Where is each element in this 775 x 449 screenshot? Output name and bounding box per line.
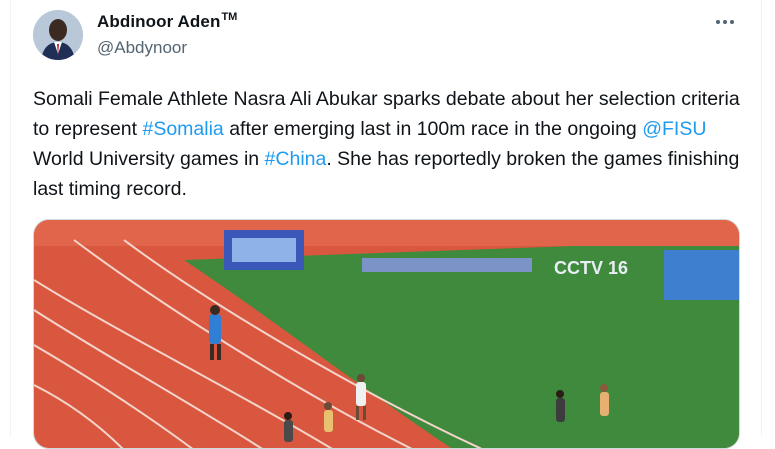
athlete-figure: [324, 402, 333, 432]
profile-photo-icon: [33, 10, 83, 60]
tweet-text-part: World University games in: [33, 148, 265, 170]
author-name-badge: TM: [221, 11, 238, 23]
tweet-media-video[interactable]: CCTV 16: [33, 219, 740, 449]
tweet-card[interactable]: Abdinoor Aden TM @Abdynoor Somali Female…: [10, 0, 762, 449]
author-display-name[interactable]: Abdinoor Aden: [97, 12, 220, 32]
author-name-row[interactable]: Abdinoor Aden TM: [97, 11, 238, 32]
tweet-text: Somali Female Athlete Nasra Ali Abukar s…: [33, 84, 753, 204]
advertising-board: [362, 258, 532, 272]
mention-fisu-link[interactable]: @FISU: [642, 118, 706, 140]
broadcast-logo: CCTV 16: [554, 258, 628, 278]
athlete-figure: [284, 412, 293, 442]
author-handle[interactable]: @Abdynoor: [97, 38, 187, 58]
more-options-button[interactable]: [711, 10, 739, 34]
more-options-dot: [730, 20, 734, 24]
athlete-figure: [556, 390, 565, 422]
race-video-frame: CCTV 16: [34, 220, 739, 448]
hashtag-somalia-link[interactable]: #Somalia: [142, 118, 223, 140]
hashtag-china-link[interactable]: #China: [265, 148, 327, 170]
avatar[interactable]: [33, 10, 83, 60]
more-options-dot: [723, 20, 727, 24]
more-options-icon: [716, 20, 720, 24]
tweet-text-part: after emerging last in 100m race in the …: [223, 118, 643, 140]
university-banner: [664, 250, 739, 300]
athlete-figure: [600, 384, 609, 416]
